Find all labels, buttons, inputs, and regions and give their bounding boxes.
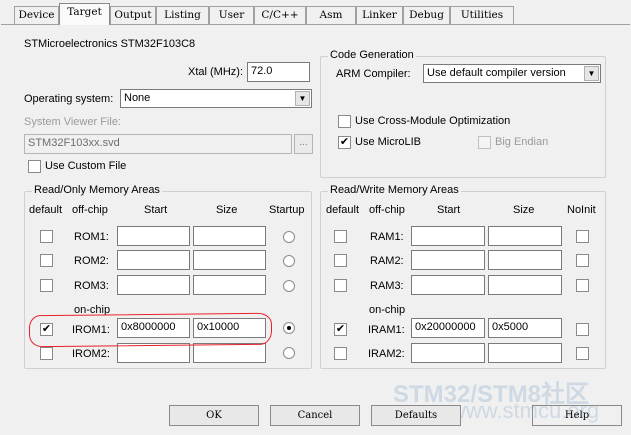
operating-system-select[interactable]: None ▼ bbox=[120, 89, 312, 108]
system-viewer-input[interactable]: STM32F103xx.svd bbox=[24, 134, 292, 154]
iram2-size-input[interactable] bbox=[488, 343, 562, 363]
iram1-default-checkbox[interactable]: ✔ bbox=[334, 323, 347, 336]
microlib-label: Use MicroLIB bbox=[355, 136, 422, 148]
ram2-label: RAM2: bbox=[370, 255, 404, 267]
microlib-checkbox[interactable]: ✔ bbox=[338, 136, 351, 149]
tab-listing[interactable]: Listing bbox=[156, 6, 209, 24]
ram1-label: RAM1: bbox=[370, 231, 404, 243]
tab-target[interactable]: Target bbox=[59, 3, 110, 25]
tab-strip: Device Target Output Listing User C/C++ … bbox=[0, 0, 631, 25]
iram2-default-checkbox[interactable] bbox=[334, 347, 347, 360]
rw-header-start: Start bbox=[437, 204, 461, 216]
tab-utilities[interactable]: Utilities bbox=[450, 6, 514, 24]
ro-header-offchip: off-chip bbox=[72, 204, 108, 216]
chevron-down-icon[interactable]: ▼ bbox=[295, 91, 310, 106]
tab-output[interactable]: Output bbox=[110, 6, 156, 24]
rw-header-offchip: off-chip bbox=[369, 204, 405, 216]
arm-compiler-label: ARM Compiler: bbox=[336, 68, 411, 80]
cross-module-label: Use Cross-Module Optimization bbox=[355, 115, 511, 127]
tab-linker[interactable]: Linker bbox=[356, 6, 403, 24]
ram2-default-checkbox[interactable] bbox=[334, 254, 347, 267]
iram1-noinit-checkbox[interactable] bbox=[576, 323, 589, 336]
rw-header-default: default bbox=[326, 204, 360, 216]
ram2-noinit-checkbox[interactable] bbox=[576, 254, 589, 267]
iram1-start-input[interactable]: 0x20000000 bbox=[411, 318, 485, 338]
irom2-default-checkbox[interactable] bbox=[40, 347, 53, 360]
tab-asm[interactable]: Asm bbox=[306, 6, 356, 24]
ram3-start-input[interactable] bbox=[411, 275, 485, 295]
rom3-label: ROM3: bbox=[74, 280, 109, 292]
code-generation-title: Code Generation bbox=[328, 49, 416, 61]
rom1-default-checkbox[interactable] bbox=[40, 230, 53, 243]
rom3-size-input[interactable] bbox=[193, 275, 266, 295]
operating-system-value: None bbox=[124, 92, 151, 104]
red-highlight-annotation bbox=[28, 312, 273, 348]
iram1-label: IRAM1: bbox=[368, 324, 405, 336]
defaults-button[interactable]: Defaults bbox=[371, 405, 461, 426]
chevron-down-icon[interactable]: ▼ bbox=[584, 66, 599, 81]
ro-memory-title: Read/Only Memory Areas bbox=[32, 184, 162, 196]
arm-compiler-value: Use default compiler version bbox=[427, 67, 566, 79]
system-viewer-label: System Viewer File: bbox=[24, 116, 121, 128]
irom2-size-input[interactable] bbox=[193, 343, 266, 363]
use-custom-file-checkbox[interactable] bbox=[28, 160, 41, 173]
ro-header-start: Start bbox=[144, 204, 168, 216]
ram1-size-input[interactable] bbox=[488, 226, 562, 246]
arm-compiler-select[interactable]: Use default compiler version ▼ bbox=[423, 64, 601, 83]
ro-header-startup: Startup bbox=[269, 204, 305, 216]
rom2-start-input[interactable] bbox=[117, 250, 190, 270]
big-endian-label: Big Endian bbox=[495, 136, 549, 148]
ram2-start-input[interactable] bbox=[411, 250, 485, 270]
tab-debug[interactable]: Debug bbox=[403, 6, 450, 24]
rom3-startup-radio[interactable] bbox=[283, 280, 295, 292]
check-icon: ✔ bbox=[339, 136, 350, 148]
rom2-size-input[interactable] bbox=[193, 250, 266, 270]
ram3-noinit-checkbox[interactable] bbox=[576, 279, 589, 292]
ram3-default-checkbox[interactable] bbox=[334, 279, 347, 292]
xtal-label: Xtal (MHz): bbox=[188, 66, 243, 78]
cancel-button[interactable]: Cancel bbox=[270, 405, 360, 426]
iram2-start-input[interactable] bbox=[411, 343, 485, 363]
tab-user[interactable]: User bbox=[209, 6, 254, 24]
ram2-size-input[interactable] bbox=[488, 250, 562, 270]
browse-button[interactable]: ... bbox=[294, 134, 313, 154]
tab-cpp[interactable]: C/C++ bbox=[254, 6, 306, 24]
iram1-size-input[interactable]: 0x5000 bbox=[488, 318, 562, 338]
rom2-default-checkbox[interactable] bbox=[40, 254, 53, 267]
rom1-label: ROM1: bbox=[74, 231, 109, 243]
rw-header-size: Size bbox=[513, 204, 535, 216]
irom1-startup-radio[interactable] bbox=[283, 322, 295, 334]
iram2-label: IRAM2: bbox=[368, 348, 405, 360]
ok-button[interactable]: OK bbox=[169, 405, 259, 426]
irom2-label: IROM2: bbox=[72, 348, 110, 360]
irom2-startup-radio[interactable] bbox=[283, 347, 295, 359]
rom3-start-input[interactable] bbox=[117, 275, 190, 295]
operating-system-label: Operating system: bbox=[24, 93, 114, 105]
rom1-startup-radio[interactable] bbox=[283, 231, 295, 243]
rom1-start-input[interactable] bbox=[117, 226, 190, 246]
rw-header-noinit: NoInit bbox=[567, 204, 596, 216]
ro-header-size: Size bbox=[216, 204, 238, 216]
ro-header-default: default bbox=[29, 204, 63, 216]
ram3-size-input[interactable] bbox=[488, 275, 562, 295]
device-name: STMicroelectronics STM32F103C8 bbox=[24, 38, 196, 50]
ram3-label: RAM3: bbox=[370, 280, 404, 292]
rom2-startup-radio[interactable] bbox=[283, 255, 295, 267]
rom3-default-checkbox[interactable] bbox=[40, 279, 53, 292]
rom2-label: ROM2: bbox=[74, 255, 109, 267]
rw-memory-title: Read/Write Memory Areas bbox=[328, 184, 461, 196]
tab-device[interactable]: Device bbox=[14, 6, 59, 24]
check-icon: ✔ bbox=[335, 323, 346, 335]
use-custom-file-label: Use Custom File bbox=[45, 160, 127, 172]
help-button[interactable]: Help bbox=[532, 405, 622, 426]
iram2-noinit-checkbox[interactable] bbox=[576, 347, 589, 360]
cross-module-checkbox[interactable] bbox=[338, 115, 351, 128]
rw-onchip-label: on-chip bbox=[369, 304, 406, 316]
ram1-noinit-checkbox[interactable] bbox=[576, 230, 589, 243]
rom1-size-input[interactable] bbox=[193, 226, 266, 246]
big-endian-checkbox[interactable] bbox=[478, 136, 491, 149]
xtal-input[interactable]: 72.0 bbox=[247, 62, 310, 82]
ram1-default-checkbox[interactable] bbox=[334, 230, 347, 243]
ram1-start-input[interactable] bbox=[411, 226, 485, 246]
